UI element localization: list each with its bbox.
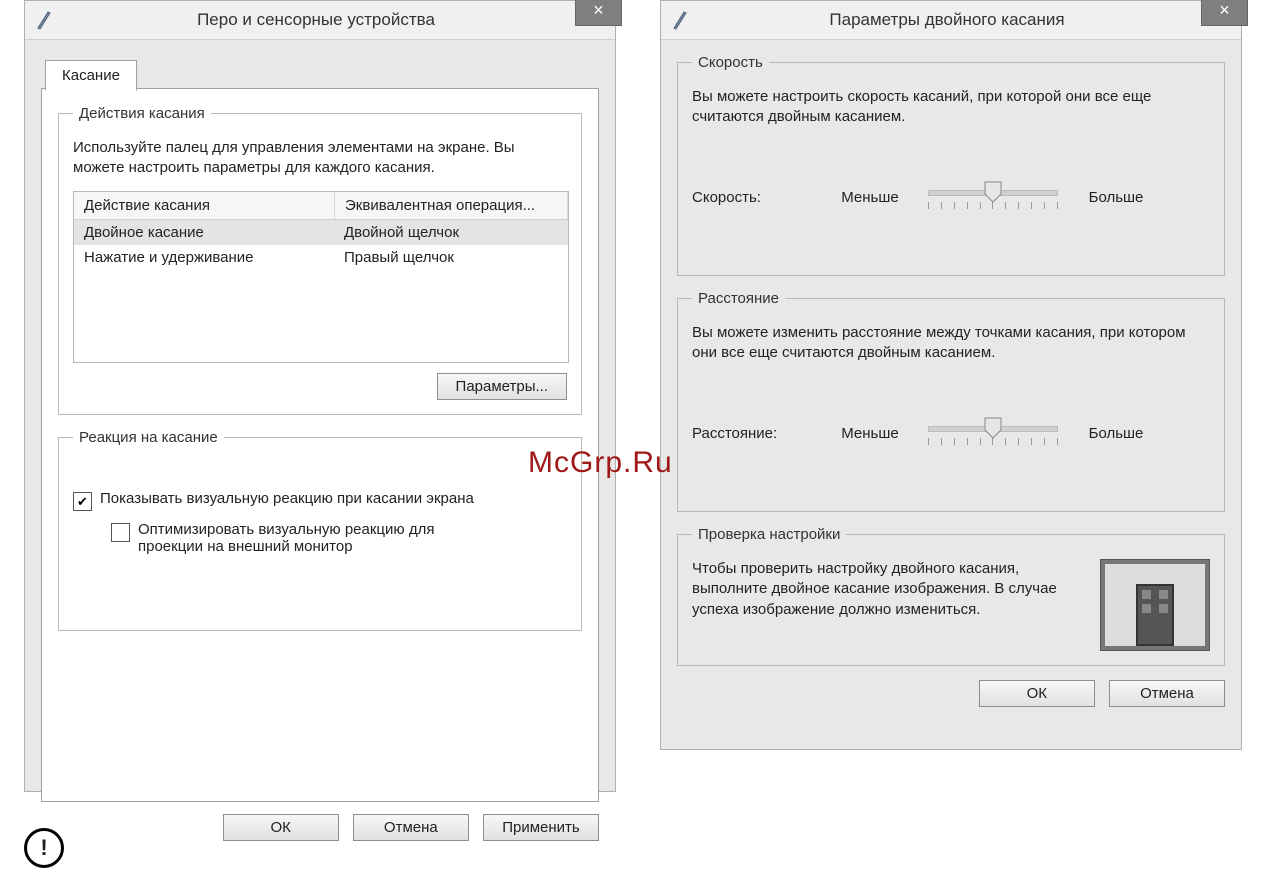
checkbox-icon [111, 523, 130, 542]
slider-min: Меньше [830, 189, 910, 206]
checkbox-label: Показывать визуальную реакцию при касани… [100, 490, 474, 507]
cancel-button[interactable]: Отмена [1109, 680, 1225, 707]
group-touch-feedback: Реакция на касание Показывать визуальную… [58, 429, 582, 631]
col-action: Действие касания [74, 192, 335, 219]
button-label: Параметры... [456, 378, 548, 395]
button-label: Отмена [384, 819, 438, 836]
ok-button[interactable]: ОК [979, 680, 1095, 707]
distance-slider-row: Расстояние: Меньше Больше [692, 414, 1210, 454]
tab-touch[interactable]: Касание [45, 60, 137, 91]
legend-actions: Действия касания [73, 105, 211, 122]
tabstrip: Касание [41, 54, 599, 88]
titlebar[interactable]: Перо и сенсорные устройства × [25, 1, 615, 40]
group-test: Проверка настройки Чтобы проверить настр… [677, 526, 1225, 666]
test-intro: Чтобы проверить настройку двойного касан… [692, 559, 1086, 620]
checkbox-label: Оптимизировать визуальную реакцию для пр… [138, 521, 498, 555]
legend-feedback: Реакция на касание [73, 429, 224, 446]
speed-slider[interactable] [928, 178, 1058, 218]
table-row[interactable]: Нажатие и удерживание Правый щелчок [74, 245, 568, 270]
apply-button[interactable]: Применить [483, 814, 599, 841]
button-label: Отмена [1140, 685, 1194, 702]
tab-label: Касание [62, 67, 120, 84]
group-speed: Скорость Вы можете настроить скорость ка… [677, 54, 1225, 276]
button-label: Применить [502, 819, 580, 836]
checkbox-icon [73, 492, 92, 511]
pen-icon [31, 7, 57, 33]
params-button[interactable]: Параметры... [437, 373, 567, 400]
titlebar[interactable]: Параметры двойного касания × [661, 1, 1241, 40]
pen-icon [667, 7, 693, 33]
window-title: Перо и сенсорные устройства [57, 10, 615, 30]
alert-icon: ! [24, 828, 64, 868]
table-header: Действие касания Эквивалентная операция.… [74, 192, 568, 220]
distance-slider[interactable] [928, 414, 1058, 454]
checkbox-show-feedback[interactable]: Показывать визуальную реакцию при касани… [73, 490, 567, 511]
slider-min: Меньше [830, 425, 910, 442]
close-icon: × [1219, 1, 1230, 19]
button-label: ОК [1027, 685, 1047, 702]
cell-operation: Правый щелчок [334, 245, 568, 270]
actions-table[interactable]: Действие касания Эквивалентная операция.… [73, 191, 569, 363]
slider-label: Расстояние: [692, 425, 812, 442]
double-tap-settings-dialog: Параметры двойного касания × Скорость Вы… [660, 0, 1242, 750]
button-label: ОК [270, 819, 290, 836]
close-button[interactable]: × [575, 0, 622, 26]
test-image[interactable] [1100, 559, 1210, 651]
tab-panel: Действия касания Используйте палец для у… [41, 88, 599, 802]
speed-slider-row: Скорость: Меньше Больше [692, 178, 1210, 218]
col-operation: Эквивалентная операция... [335, 192, 568, 219]
legend-test: Проверка настройки [692, 526, 846, 543]
distance-intro: Вы можете изменить расстояние между точк… [692, 323, 1210, 364]
legend-distance: Расстояние [692, 290, 785, 307]
cancel-button[interactable]: Отмена [353, 814, 469, 841]
cell-operation: Двойной щелчок [334, 220, 568, 245]
ok-button[interactable]: ОК [223, 814, 339, 841]
table-row[interactable]: Двойное касание Двойной щелчок [74, 220, 568, 245]
cell-action: Нажатие и удерживание [74, 245, 334, 270]
actions-intro: Используйте палец для управления элемент… [73, 138, 567, 179]
group-distance: Расстояние Вы можете изменить расстояние… [677, 290, 1225, 512]
speed-intro: Вы можете настроить скорость касаний, пр… [692, 87, 1210, 128]
checkbox-optimize-projection[interactable]: Оптимизировать визуальную реакцию для пр… [111, 521, 567, 555]
pen-touch-dialog: Перо и сенсорные устройства × Касание Де… [24, 0, 616, 792]
close-button[interactable]: × [1201, 0, 1248, 26]
slider-max: Больше [1076, 189, 1156, 206]
door-icon [1136, 584, 1174, 646]
cell-action: Двойное касание [74, 220, 334, 245]
legend-speed: Скорость [692, 54, 769, 71]
window-title: Параметры двойного касания [693, 10, 1241, 30]
slider-max: Больше [1076, 425, 1156, 442]
group-touch-actions: Действия касания Используйте палец для у… [58, 105, 582, 415]
close-icon: × [593, 1, 604, 19]
slider-label: Скорость: [692, 189, 812, 206]
